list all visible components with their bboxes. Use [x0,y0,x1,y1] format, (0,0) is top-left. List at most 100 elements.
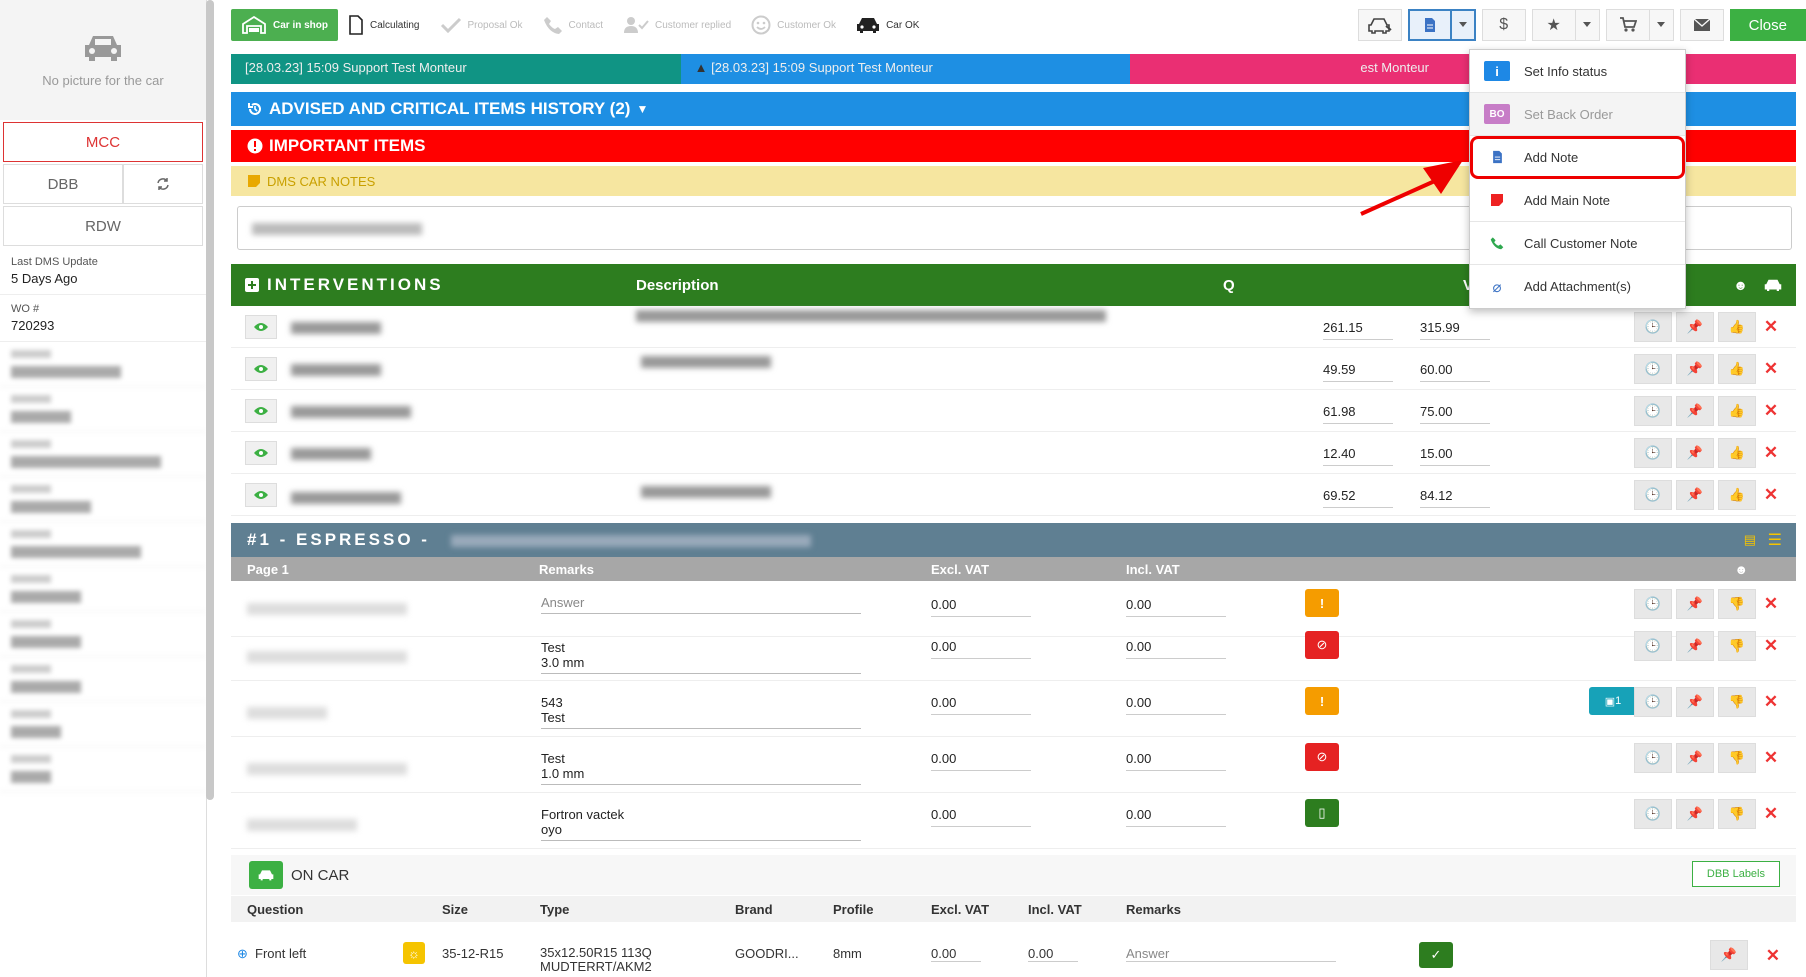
espresso-row[interactable]: Test 1.0 mm 0.00 0.00 ⊘ 🕒 📌 👎 ✕ [231,737,1796,793]
refresh-button[interactable] [123,164,203,204]
excl-vat-value[interactable]: 61.98 [1323,404,1393,424]
delete-button[interactable]: ✕ [1760,589,1782,619]
menu-item-set-info-status[interactable]: i Set Info status [1470,50,1685,93]
reject-button[interactable]: 👎 [1718,799,1756,829]
intervention-row[interactable]: 61.98 75.00 🕒 📌 👍 ✕ [231,390,1796,432]
pin-button[interactable]: 📌 [1676,687,1714,717]
clock-button[interactable]: 🕒 [1634,687,1672,717]
step-customer-replied[interactable]: Customer replied [613,9,741,41]
menu-icon[interactable]: ☰ [1768,530,1782,550]
eye-icon[interactable] [245,314,277,339]
notes-dropdown-toggle[interactable] [1451,9,1476,41]
incl-vat-value[interactable]: 0.00 [1126,597,1226,617]
notes-button[interactable] [1407,9,1452,41]
step-customer-ok[interactable]: Customer Ok [741,9,846,41]
delete-button[interactable]: ✕ [1760,687,1782,717]
pin-button[interactable]: 📌 [1676,631,1714,661]
incl-vat-value[interactable]: 60.00 [1420,362,1490,382]
incl-vat-value[interactable]: 84.12 [1420,488,1490,508]
pin-button[interactable]: 📌 [1676,589,1714,619]
delete-button[interactable]: ✕ [1760,354,1782,384]
dbb-labels-button[interactable]: DBB Labels [1691,861,1780,887]
check-icon[interactable]: ✓ [1419,942,1453,968]
espresso-row[interactable]: 543 Test 0.00 0.00 ! ▣ 1 🕒 📌 👎 ✕ [231,681,1796,737]
step-car-in-shop[interactable]: Car in shop [231,9,339,41]
reject-button[interactable]: 👎 [1718,589,1756,619]
favorites-button[interactable]: ★ [1531,9,1576,41]
status-blocked[interactable]: ⊘ [1305,743,1339,771]
delete-button[interactable]: ✕ [1760,799,1782,829]
photos-button[interactable]: ▣ 1 [1589,687,1637,715]
reject-button[interactable]: 👎 [1718,687,1756,717]
incl-vat-value[interactable]: 0.00 [1126,639,1226,659]
plus-circle-icon[interactable]: ⊕ [237,946,248,962]
clock-button[interactable]: 🕒 [1634,743,1672,773]
clock-button[interactable]: 🕒 [1634,312,1672,342]
excl-vat-value[interactable]: 0.00 [931,946,981,962]
remark-field[interactable]: Test 3.0 mm [541,640,861,674]
approve-button[interactable]: 👍 [1718,312,1756,342]
pin-button[interactable]: 📌 [1676,799,1714,829]
excl-vat-value[interactable]: 0.00 [931,751,1031,771]
excl-vat-value[interactable]: 0.00 [931,695,1031,715]
remarks-field[interactable]: Answer [1126,946,1336,962]
remark-field[interactable]: Fortron vactek oyo [541,807,861,841]
excl-vat-value[interactable]: 12.40 [1323,446,1393,466]
incl-vat-value[interactable]: 0.00 [1126,751,1226,771]
status-document[interactable]: ▯ [1305,799,1339,827]
intervention-row[interactable]: 12.40 15.00 🕒 📌 👍 ✕ [231,432,1796,474]
note-item[interactable]: est Monteur [1130,54,1797,84]
email-button[interactable] [1679,9,1724,41]
sun-icon[interactable]: ☼ [403,942,425,964]
incl-vat-value[interactable]: 0.00 [1126,807,1226,827]
delete-button[interactable]: ✕ [1760,743,1782,773]
step-contact[interactable]: Contact [533,9,613,41]
delete-button[interactable]: ✕ [1760,396,1782,426]
cart-button[interactable] [1605,9,1650,41]
clock-button[interactable]: 🕒 [1634,396,1672,426]
eye-icon[interactable] [245,440,277,465]
close-button[interactable]: Close [1729,9,1806,41]
pin-button[interactable]: 📌 [1676,354,1714,384]
clock-button[interactable]: 🕒 [1634,589,1672,619]
intervention-row[interactable]: 261.15 315.99 🕒 📌 👍 ✕ [231,306,1796,348]
rdw-button[interactable]: RDW [3,206,203,246]
clock-button[interactable]: 🕒 [1634,480,1672,510]
plus-square-icon[interactable] [245,278,259,292]
intervention-row[interactable]: 69.52 84.12 🕒 📌 👍 ✕ [231,474,1796,516]
espresso-row[interactable]: Fortron vactek oyo 0.00 0.00 ▯ 🕒 📌 👎 ✕ [231,793,1796,849]
menu-item-add-main-note[interactable]: Add Main Note [1470,179,1685,222]
mcc-button[interactable]: MCC [3,122,203,162]
status-blocked[interactable]: ⊘ [1305,631,1339,659]
espresso-row[interactable]: Test 3.0 mm 0.00 0.00 ⊘ 🕒 📌 👎 ✕ [231,625,1796,681]
car-wash-button[interactable] [1357,9,1402,41]
approve-button[interactable]: 👍 [1718,354,1756,384]
approve-button[interactable]: 👍 [1718,396,1756,426]
pin-button[interactable]: 📌 [1710,940,1748,970]
approve-button[interactable]: 👍 [1718,438,1756,468]
clock-button[interactable]: 🕒 [1634,799,1672,829]
reject-button[interactable]: 👎 [1718,743,1756,773]
excl-vat-value[interactable]: 49.59 [1323,362,1393,382]
step-calculating[interactable]: Calculating [338,9,429,41]
excl-vat-value[interactable]: 0.00 [931,597,1031,617]
pricing-button[interactable]: $ [1481,9,1526,41]
incl-vat-value[interactable]: 75.00 [1420,404,1490,424]
excl-vat-value[interactable]: 69.52 [1323,488,1393,508]
delete-button[interactable]: ✕ [1760,480,1782,510]
remark-field[interactable]: Test 1.0 mm [541,751,861,785]
pin-button[interactable]: 📌 [1676,312,1714,342]
excl-vat-value[interactable]: 261.15 [1323,320,1393,340]
excl-vat-value[interactable]: 0.00 [931,807,1031,827]
pin-button[interactable]: 📌 [1676,438,1714,468]
delete-button[interactable]: ✕ [1760,438,1782,468]
incl-vat-value[interactable]: 15.00 [1420,446,1490,466]
status-warning[interactable]: ! [1305,589,1339,617]
reject-button[interactable]: 👎 [1718,631,1756,661]
menu-item-set-back-order[interactable]: BO Set Back Order [1470,93,1685,136]
clock-button[interactable]: 🕒 [1634,354,1672,384]
status-warning[interactable]: ! [1305,687,1339,715]
cart-dropdown-toggle[interactable] [1649,9,1674,41]
menu-item-add-note[interactable]: Add Note [1470,136,1685,179]
step-car-ok[interactable]: Car OK [846,9,929,41]
